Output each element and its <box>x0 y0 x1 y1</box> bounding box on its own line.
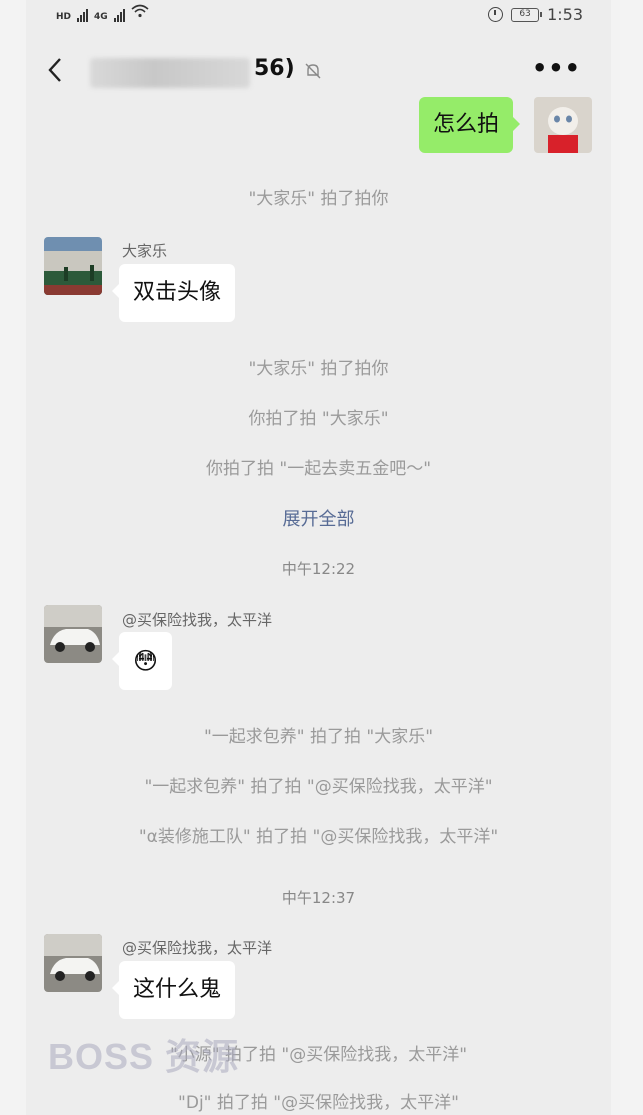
hd-badge: HD <box>56 12 72 22</box>
pat-notice: "α装修施工队" 拍了拍 "@买保险找我，太平洋" <box>138 827 499 847</box>
pat-notice: 你拍了拍 "一起去卖五金吧～" <box>205 459 432 479</box>
insurance-emoji-bubble[interactable]: 😳 <box>111 632 173 690</box>
dajiale-nickname: 大家乐 <box>122 242 168 260</box>
watermark-logo: BOSS 资源 <box>48 1036 240 1077</box>
mute-bell-icon <box>304 62 322 80</box>
back-icon[interactable] <box>46 56 66 84</box>
page-margin-left <box>0 0 26 1115</box>
pat-notice: "大家乐" 拍了拍你 <box>248 359 389 379</box>
insurance-avatar[interactable] <box>44 934 102 992</box>
chat-screen: HD 4G 63 1:53 56) ••• 怎么拍 "大家乐" 拍了拍你 大家乐… <box>26 0 611 1115</box>
network-indicators: HD 4G <box>56 4 149 22</box>
insurance-message-bubble[interactable]: 这什么鬼 <box>111 961 236 1019</box>
more-options-button[interactable]: ••• <box>532 54 581 82</box>
my-message-bubble[interactable]: 怎么拍 <box>419 97 521 153</box>
chat-header: 56) ••• <box>26 44 611 96</box>
timestamp: 中午12:37 <box>281 889 356 907</box>
expand-all-link[interactable]: 展开全部 <box>26 505 611 531</box>
battery-indicator: 63 <box>511 7 543 22</box>
redacted-group-name <box>90 58 250 88</box>
group-title[interactable]: 56) <box>254 56 295 81</box>
pat-notice: "一起求包养" 拍了拍 "大家乐" <box>203 727 434 747</box>
my-avatar[interactable] <box>534 97 592 153</box>
timestamp: 中午12:22 <box>281 560 356 578</box>
clock: 1:53 <box>547 5 583 24</box>
signal-icon <box>77 8 89 22</box>
insurance-avatar[interactable] <box>44 605 102 663</box>
insurance-nickname: @买保险找我，太平洋 <box>122 939 273 957</box>
pat-notice: "一起求包养" 拍了拍 "@买保险找我，太平洋" <box>144 777 493 797</box>
pat-notice: "Dj" 拍了拍 "@买保险找我，太平洋" <box>178 1093 459 1113</box>
signal-icon-2 <box>113 8 125 22</box>
insurance-nickname: @买保险找我，太平洋 <box>122 611 273 629</box>
pat-notice: 你拍了拍 "大家乐" <box>248 409 389 429</box>
page-margin-right <box>611 0 643 1115</box>
dajiale-avatar[interactable] <box>44 237 102 295</box>
dajiale-message-bubble[interactable]: 双击头像 <box>111 264 236 322</box>
alarm-icon <box>488 7 504 22</box>
status-bar: HD 4G 63 1:53 <box>26 0 611 32</box>
wifi-icon <box>131 4 149 22</box>
network-badge: 4G <box>94 12 108 22</box>
pat-notice: "大家乐" 拍了拍你 <box>248 189 389 209</box>
status-right: 63 1:53 <box>488 5 583 24</box>
